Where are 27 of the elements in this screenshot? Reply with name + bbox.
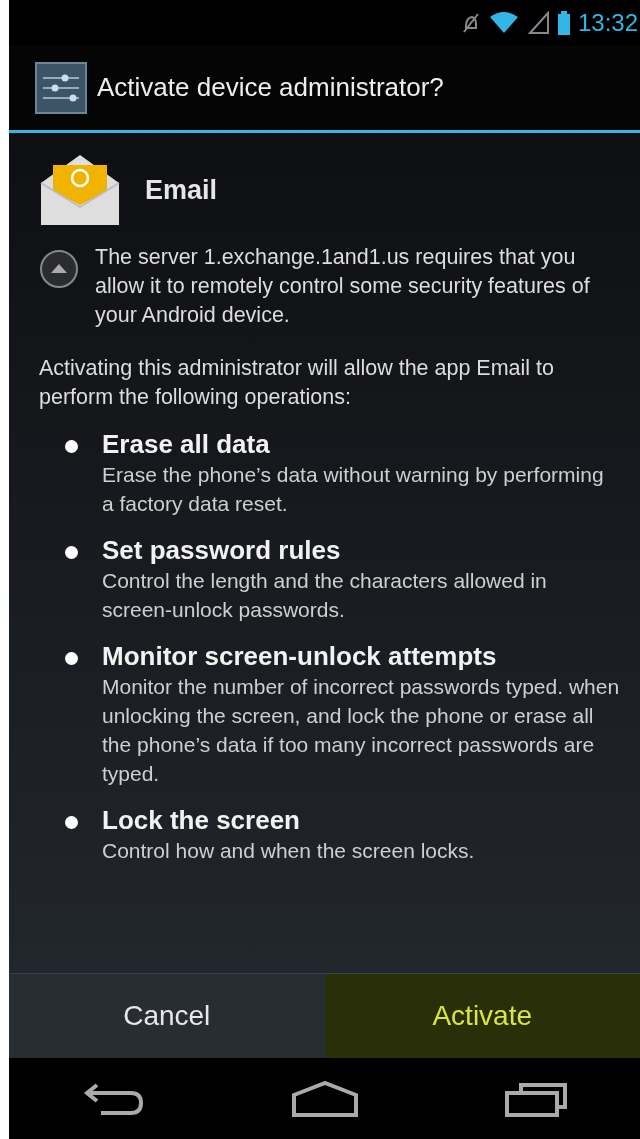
policy-description: Control how and when the screen locks. xyxy=(102,838,475,864)
activate-button[interactable]: Activate xyxy=(324,974,640,1058)
app-name: Email xyxy=(145,173,218,207)
policy-title: Set password rules xyxy=(102,534,342,566)
settings-sliders-icon xyxy=(35,61,87,114)
cancel-button[interactable]: Cancel xyxy=(9,974,325,1058)
bullet-icon xyxy=(65,652,78,665)
signal-icon xyxy=(527,10,550,35)
email-envelope-icon xyxy=(39,153,121,227)
policy-description: Monitor the number of incorrect passwords typed. when unlocking the screen, and lock the phone or erase all the phone’s data if too many incorrect passwords are typed. xyxy=(102,674,620,787)
policy-title: Lock the screen xyxy=(102,804,301,836)
policy-title: Monitor screen-unlock attempts xyxy=(102,640,498,672)
bullet-icon xyxy=(65,816,78,829)
battery-icon xyxy=(557,10,570,35)
bullet-icon xyxy=(65,546,78,559)
intro-text: Activating this administrator will allow the app Email to perform the following operations: xyxy=(39,355,556,411)
home-icon[interactable] xyxy=(291,1080,358,1117)
recent-apps-icon[interactable] xyxy=(504,1080,567,1117)
dialog-title: Activate device administrator? xyxy=(97,71,444,104)
policy-title: Erase all data xyxy=(102,428,271,460)
clock: 13:32 xyxy=(577,7,638,38)
muted-icon xyxy=(461,11,480,34)
bullet-icon xyxy=(65,440,78,453)
policy-description: Erase the phone’s data without warning by performing a factory data reset. xyxy=(102,462,605,517)
wifi-icon xyxy=(487,10,520,35)
policy-description: Control the length and the characters allowed in screen-unlock passwords. xyxy=(102,568,548,623)
server-message: The server 1.exchange.1and1.us requires that you allow it to remotely control some security features of your Android device. xyxy=(95,244,591,329)
